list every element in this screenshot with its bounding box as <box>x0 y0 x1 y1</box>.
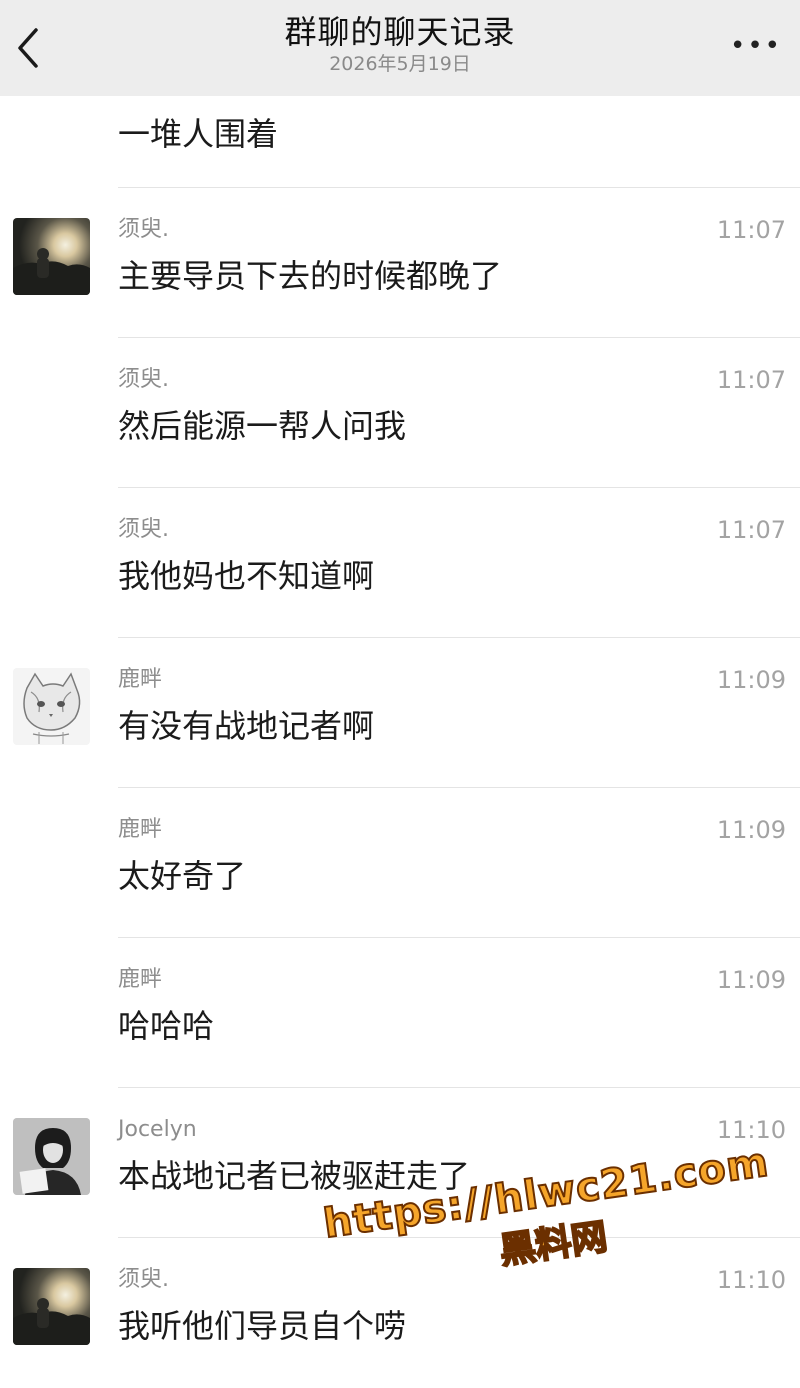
message-item[interactable]: 鹿畔 11:09 哈哈哈 <box>0 938 800 1088</box>
message-text: 太好奇了 <box>118 857 247 895</box>
title-bar: 群聊的聊天记录 2026年5月19日 ••• <box>0 0 800 96</box>
avatar[interactable] <box>13 1118 90 1195</box>
avatar[interactable] <box>13 1268 90 1345</box>
title-block: 群聊的聊天记录 2026年5月19日 <box>150 10 650 76</box>
cat-sketch-avatar-icon <box>13 668 90 745</box>
message-time: 11:09 <box>716 666 786 694</box>
chat-date: 2026年5月19日 <box>329 53 471 75</box>
avatar[interactable] <box>13 218 90 295</box>
sunset-avatar-icon <box>13 218 90 295</box>
message-item[interactable]: 须臾. 11:07 我他妈也不知道啊 <box>0 488 800 638</box>
message-text: 然后能源一帮人问我 <box>118 407 407 445</box>
sender-name: Jocelyn <box>118 1117 197 1142</box>
message-time: 11:09 <box>716 966 786 994</box>
message-text: 我听他们导员自个唠 <box>118 1307 407 1345</box>
message-time: 11:09 <box>716 816 786 844</box>
sunset-avatar-icon <box>13 1268 90 1345</box>
sender-name: 须臾. <box>118 367 169 392</box>
message-text: 有没有战地记者啊 <box>118 707 375 745</box>
avatar[interactable] <box>13 668 90 745</box>
person-avatar-icon <box>13 1118 90 1195</box>
chevron-left-icon <box>18 28 38 68</box>
message-item[interactable]: Jocelyn 11:10 本战地记者已被驱赶走了 <box>0 1088 800 1238</box>
more-dots-icon: ••• <box>729 31 782 61</box>
more-button[interactable]: ••• <box>728 24 784 68</box>
sender-name: 须臾. <box>118 517 169 542</box>
message-item[interactable]: 须臾. 11:10 我听他们导员自个唠 <box>0 1238 800 1388</box>
message-text: 主要导员下去的时候都晚了 <box>118 257 503 295</box>
sender-name: 鹿畔 <box>118 667 163 692</box>
message-item[interactable]: 须臾. 11:07 然后能源一帮人问我 <box>0 338 800 488</box>
message-item[interactable]: 须臾. 11:07 主要导员下去的时候都晚了 <box>0 188 800 338</box>
message-text: 我他妈也不知道啊 <box>118 557 375 595</box>
message-item[interactable]: 鹿畔 11:09 太好奇了 <box>0 788 800 938</box>
message-time: 11:07 <box>716 216 786 244</box>
message-item[interactable]: 鹿畔 11:09 有没有战地记者啊 <box>0 638 800 788</box>
message-time: 11:10 <box>716 1266 786 1294</box>
sender-name: 须臾. <box>118 217 169 242</box>
sender-name: 须臾. <box>118 1267 169 1292</box>
message-text: 哈哈哈 <box>118 1007 215 1045</box>
sender-name: 鹿畔 <box>118 967 163 992</box>
message-time: 11:07 <box>716 366 786 394</box>
message-text: 一堆人围着 <box>118 115 279 153</box>
message-time: 11:10 <box>716 1116 786 1144</box>
chat-title: 群聊的聊天记录 <box>284 13 516 51</box>
message-text: 本战地记者已被驱赶走了 <box>118 1157 471 1195</box>
message-time: 11:07 <box>716 516 786 544</box>
back-button[interactable] <box>6 18 50 78</box>
sender-name: 鹿畔 <box>118 817 163 842</box>
